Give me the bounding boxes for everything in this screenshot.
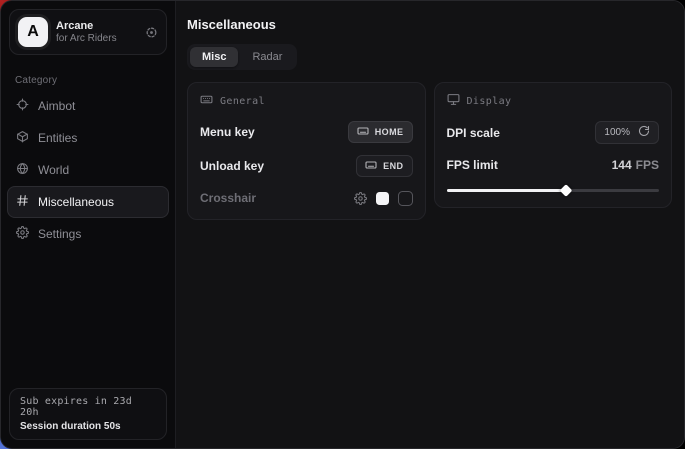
entities-icon [16, 130, 29, 146]
keyboard-icon [357, 125, 369, 139]
globe-icon [16, 162, 29, 178]
sidebar-nav: Aimbot Entities [1, 90, 175, 250]
screen: A Arcane for Arc Riders Category [0, 0, 685, 449]
page-title: Miscellaneous [187, 17, 672, 32]
fps-limit-label: FPS limit [447, 158, 498, 172]
crosshair-label: Crosshair [200, 191, 256, 205]
sidebar-item-miscellaneous[interactable]: Miscellaneous [7, 186, 169, 218]
tab-radar[interactable]: Radar [240, 47, 294, 67]
cards-row: General Menu key HOME [187, 82, 672, 220]
dpi-scale-value: 100% [604, 127, 630, 138]
app-subtitle: for Arc Riders [56, 33, 137, 45]
fps-limit-row: FPS limit 144FPS [447, 156, 660, 174]
sidebar-item-label: Aimbot [38, 99, 75, 113]
sidebar-item-world[interactable]: World [7, 154, 169, 186]
profile-card[interactable]: A Arcane for Arc Riders [9, 9, 167, 55]
sidebar-item-label: Settings [38, 227, 81, 241]
profile-text: Arcane for Arc Riders [56, 20, 137, 44]
slider-thumb[interactable] [559, 184, 572, 197]
fps-unit: FPS [636, 158, 659, 172]
gear-icon [16, 226, 29, 242]
display-card: Display DPI scale 100% [434, 82, 673, 208]
menu-key-row: Menu key HOME [200, 121, 413, 143]
crosshair-row: Crosshair [200, 189, 413, 207]
sidebar-item-settings[interactable]: Settings [7, 218, 169, 250]
crosshair-icon [16, 98, 29, 114]
dpi-scale-control[interactable]: 100% [595, 121, 659, 144]
dpi-scale-row: DPI scale 100% [447, 121, 660, 144]
grid-icon [16, 194, 29, 210]
tab-misc[interactable]: Misc [190, 47, 238, 67]
tab-group: Misc Radar [187, 44, 297, 70]
unload-key-label: Unload key [200, 159, 264, 173]
session-duration-text: Session duration 50s [20, 421, 156, 432]
dpi-scale-label: DPI scale [447, 126, 500, 140]
sub-expiry-text: Sub expires in 23d 20h [20, 396, 156, 418]
sidebar-item-entities[interactable]: Entities [7, 122, 169, 154]
fps-limit-slider[interactable] [447, 185, 660, 195]
monitor-icon [447, 93, 460, 109]
display-card-header: Display [447, 93, 660, 109]
fps-limit-value: 144FPS [612, 158, 659, 172]
menu-key-bind-button[interactable]: HOME [348, 121, 413, 143]
crosshair-color-swatch[interactable] [376, 192, 389, 205]
general-card-title: General [220, 96, 265, 107]
crosshair-settings-gear-icon[interactable] [354, 192, 367, 205]
keyboard-icon [365, 159, 377, 173]
sync-icon[interactable] [145, 26, 158, 39]
app-window: A Arcane for Arc Riders Category [0, 0, 685, 449]
app-logo: A [18, 17, 48, 47]
general-card-header: General [200, 93, 413, 109]
slider-fill [447, 189, 566, 192]
unload-key-row: Unload key END [200, 155, 413, 177]
crosshair-controls [354, 191, 413, 206]
keyboard-icon [200, 93, 213, 109]
sidebar-item-label: World [38, 163, 69, 177]
sidebar-item-aimbot[interactable]: Aimbot [7, 90, 169, 122]
unload-key-value: END [383, 161, 403, 171]
sidebar-item-label: Miscellaneous [38, 195, 114, 209]
menu-key-label: Menu key [200, 125, 255, 139]
crosshair-checkbox[interactable] [398, 191, 413, 206]
app-title: Arcane [56, 20, 137, 33]
main-content: Miscellaneous Misc Radar General [176, 1, 684, 448]
menu-key-value: HOME [375, 127, 404, 137]
sidebar: A Arcane for Arc Riders Category [1, 1, 176, 448]
display-card-title: Display [467, 96, 512, 107]
general-card: General Menu key HOME [187, 82, 426, 220]
sidebar-item-label: Entities [38, 131, 77, 145]
category-label: Category [15, 75, 175, 86]
unload-key-bind-button[interactable]: END [356, 155, 412, 177]
refresh-icon [638, 125, 650, 140]
subscription-card: Sub expires in 23d 20h Session duration … [9, 388, 167, 440]
